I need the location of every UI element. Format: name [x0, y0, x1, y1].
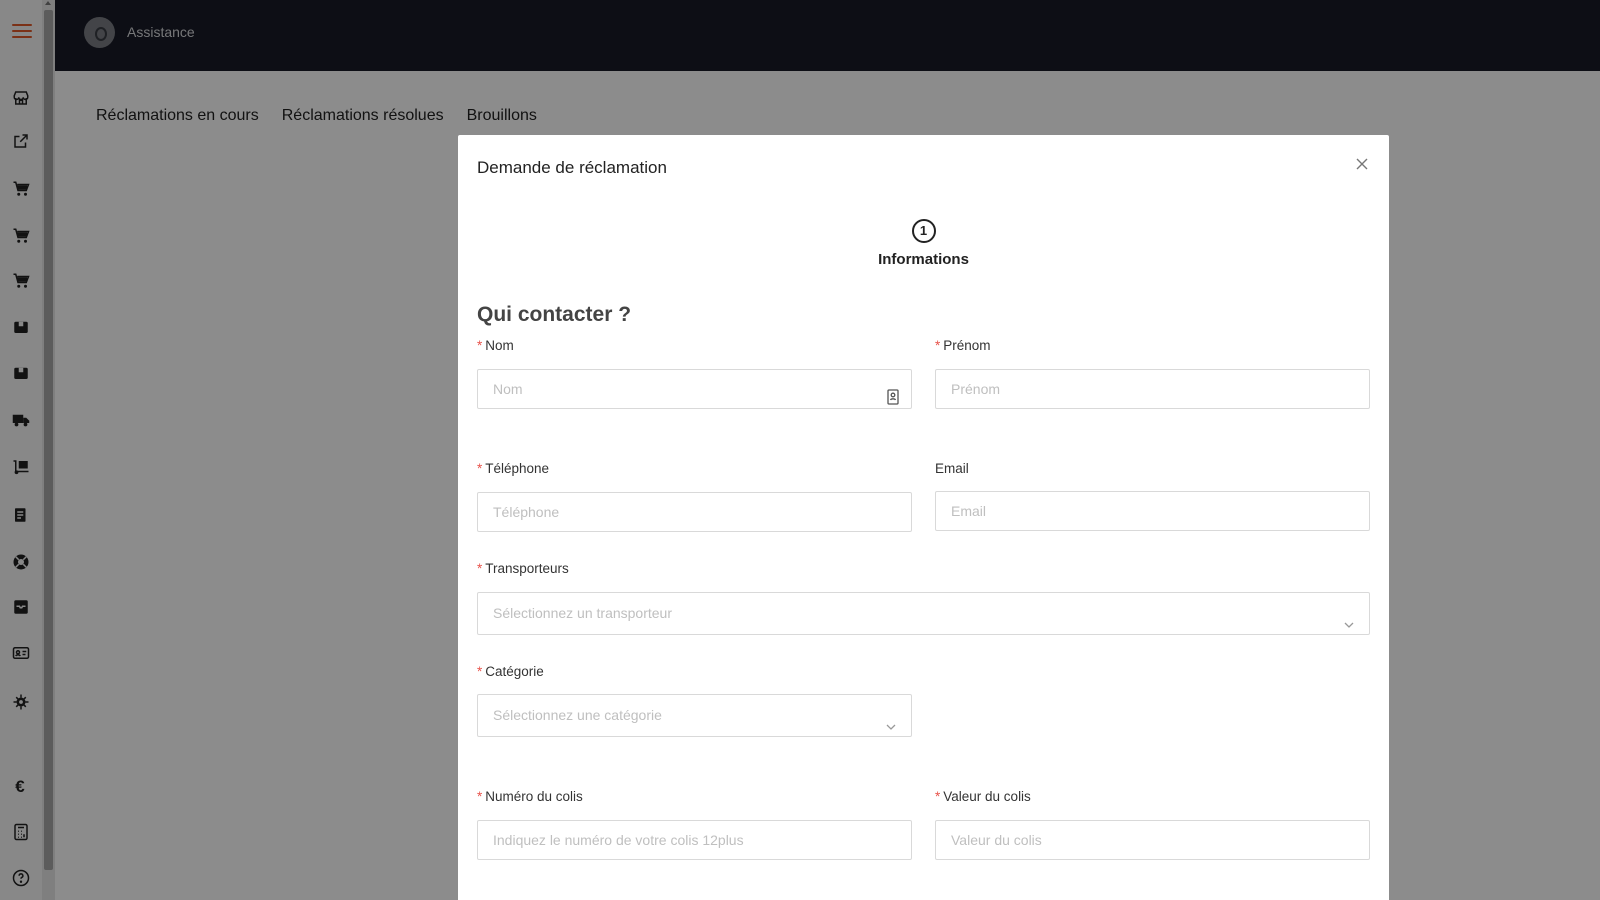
valeur-colis-field[interactable]: Valeur du colis [935, 820, 1370, 860]
nom-field[interactable]: Nom [477, 369, 912, 409]
required-marker: * [477, 338, 483, 353]
email-field[interactable]: Email [935, 491, 1370, 531]
required-marker: * [935, 338, 941, 353]
email-label: Email [935, 461, 969, 476]
categorie-label: * Catégorie [477, 664, 544, 679]
transporteur-select[interactable]: Sélectionnez un transporteur [477, 592, 1370, 635]
required-marker: * [477, 461, 483, 476]
numero-colis-label: * Numéro du colis [477, 789, 583, 804]
required-marker: * [477, 664, 483, 679]
chevron-down-icon [1343, 606, 1357, 628]
contact-card-icon[interactable] [886, 381, 900, 405]
step-indicator: 1 Informations [458, 219, 1389, 268]
close-icon[interactable] [1355, 157, 1371, 173]
step-number: 1 [911, 219, 936, 243]
required-marker: * [935, 789, 941, 804]
required-marker: * [477, 789, 483, 804]
nom-label: * Nom [477, 338, 514, 353]
prenom-label: * Prénom [935, 338, 991, 353]
prenom-field[interactable]: Prénom [935, 369, 1370, 409]
transporteurs-label: * Transporteurs [477, 561, 569, 576]
telephone-field[interactable]: Téléphone [477, 492, 912, 532]
claim-request-modal: Demande de réclamation 1 Informations Qu… [458, 135, 1389, 900]
numero-colis-field[interactable]: Indiquez le numéro de votre colis 12plus [477, 820, 912, 860]
valeur-colis-label: * Valeur du colis [935, 789, 1031, 804]
section-title: Qui contacter ? [477, 303, 632, 326]
step-label: Informations [878, 251, 969, 268]
telephone-label: * Téléphone [477, 461, 550, 476]
categorie-select[interactable]: Sélectionnez une catégorie [477, 694, 912, 737]
chevron-down-icon [885, 708, 899, 730]
modal-title: Demande de réclamation [477, 158, 667, 177]
required-marker: * [477, 561, 483, 576]
